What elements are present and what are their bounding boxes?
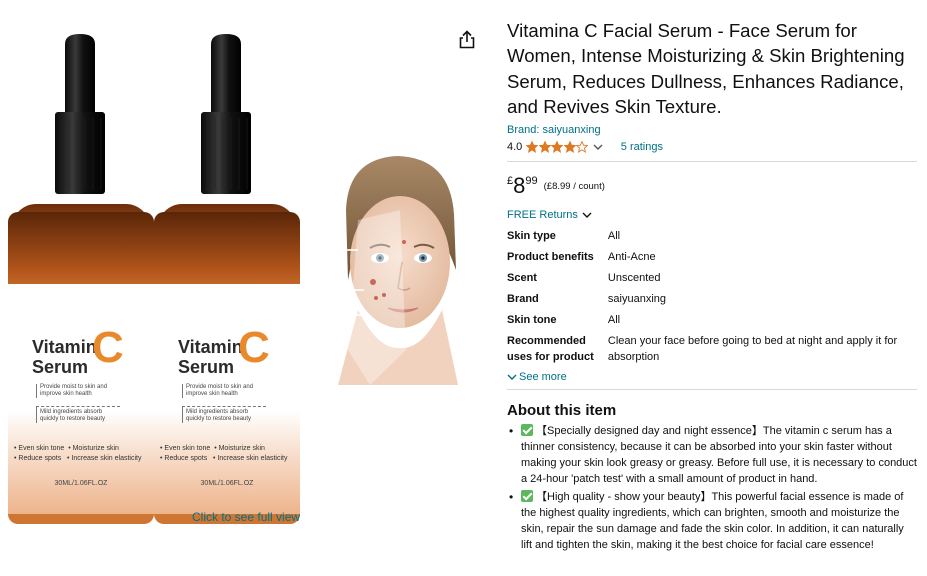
- ratings-count-link[interactable]: 5 ratings: [621, 141, 663, 153]
- label-volume: 30ML/1.06FL.OZ: [200, 480, 254, 487]
- divider: [507, 388, 917, 390]
- spec-value: Unscented: [607, 271, 661, 284]
- spec-row: Brand saiyuanxing: [507, 291, 917, 312]
- rating-value: 4.0: [507, 140, 523, 153]
- spec-row: Recommended uses for product Clean your …: [507, 333, 917, 365]
- product-image-gallery[interactable]: Vitamin Serum C Provide moist to skin an…: [0, 0, 475, 576]
- spec-key: Skin type: [507, 229, 556, 242]
- spec-row: Skin type All: [507, 228, 917, 249]
- star-rating[interactable]: [526, 140, 589, 153]
- spec-key: Brand: [507, 292, 539, 305]
- spec-value: Anti-Acne: [607, 250, 656, 263]
- star-empty-icon: [576, 140, 589, 153]
- chevron-down-icon: [507, 374, 517, 380]
- price-fraction: 99: [525, 174, 538, 187]
- free-returns-label: FREE Returns: [507, 208, 578, 221]
- label-description: Provide moist to skin and improve skin h…: [182, 384, 266, 398]
- dropper-cap-icon: [55, 34, 105, 194]
- star-filled-icon: [551, 140, 564, 153]
- check-mark-icon: [521, 423, 533, 436]
- share-icon[interactable]: [457, 30, 477, 50]
- price-whole: 8: [513, 172, 526, 198]
- spec-key: Skin tone: [507, 313, 557, 326]
- chevron-down-icon: [582, 212, 592, 218]
- label-features: • Even skin tone • Moisturize skin • Red…: [160, 445, 288, 462]
- product-details: Vitamina C Facial Serum - Face Serum for…: [507, 18, 917, 555]
- chevron-down-icon[interactable]: [593, 143, 603, 151]
- spec-key: Product benefits: [507, 250, 594, 263]
- free-returns-link[interactable]: FREE Returns: [507, 209, 917, 221]
- spec-value: saiyuanxing: [607, 292, 666, 305]
- list-item: 【High quality - show your beauty】This po…: [507, 489, 917, 553]
- label-letter: C: [238, 323, 270, 372]
- see-more-label: See more: [519, 370, 567, 383]
- star-filled-icon: [563, 140, 576, 153]
- label-subtitle: Serum: [32, 357, 89, 377]
- check-mark-icon: [521, 489, 533, 502]
- about-bullets: 【Specially designed day and night essenc…: [507, 423, 917, 553]
- spec-row: Scent Unscented: [507, 270, 917, 291]
- label-letter: C: [92, 323, 124, 372]
- price: £ 8 99 (£8.99 / count): [507, 172, 917, 201]
- spec-row: Product benefits Anti-Acne: [507, 249, 917, 270]
- product-title: Vitamina C Facial Serum - Face Serum for…: [507, 20, 905, 118]
- spec-key: Recommended uses for product: [507, 334, 594, 363]
- list-item: 【Specially designed day and night essenc…: [507, 423, 917, 487]
- label-volume: 30ML/1.06FL.OZ: [54, 480, 108, 487]
- label-description: Provide moist to skin and improve skin h…: [36, 384, 120, 398]
- spec-key: Scent: [507, 271, 537, 284]
- label-description: Mild ingredients absorb quickly to resto…: [182, 406, 266, 423]
- spec-value: Clean your face before going to bed at n…: [607, 334, 898, 363]
- product-specs-table: Skin type All Product benefits Anti-Acne…: [507, 228, 917, 365]
- rating-row: 4.0 5 ratings: [507, 139, 917, 155]
- price-per-unit: (£8.99 / count): [543, 180, 605, 192]
- label-description: Mild ingredients absorb quickly to resto…: [36, 406, 120, 423]
- about-heading: About this item: [507, 401, 617, 419]
- label-title: Vitamin: [32, 337, 97, 357]
- spec-row: Skin tone All: [507, 312, 917, 333]
- spec-value: All: [607, 313, 621, 326]
- dropper-cap-icon: [201, 34, 251, 194]
- see-full-view-link[interactable]: Click to see full view: [192, 510, 300, 524]
- divider: [507, 160, 917, 162]
- bullet-text: 【High quality - show your beauty】This po…: [521, 490, 904, 551]
- bottle-label: Vitamin Serum C Provide moist to skin an…: [8, 284, 154, 514]
- bullet-text: 【Specially designed day and night essenc…: [521, 424, 917, 485]
- bottle-label: Vitamin Serum C Provide moist to skin an…: [154, 284, 300, 514]
- star-filled-icon: [538, 140, 551, 153]
- star-filled-icon: [526, 140, 539, 153]
- spec-value: All: [607, 229, 621, 242]
- label-subtitle: Serum: [178, 357, 235, 377]
- brand-link[interactable]: Brand: saiyuanxing: [507, 124, 601, 136]
- see-more-link[interactable]: See more: [507, 371, 917, 383]
- face-illustration: [338, 156, 458, 385]
- label-title: Vitamin: [178, 337, 243, 357]
- label-features: • Even skin tone • Moisturize skin • Red…: [14, 445, 142, 462]
